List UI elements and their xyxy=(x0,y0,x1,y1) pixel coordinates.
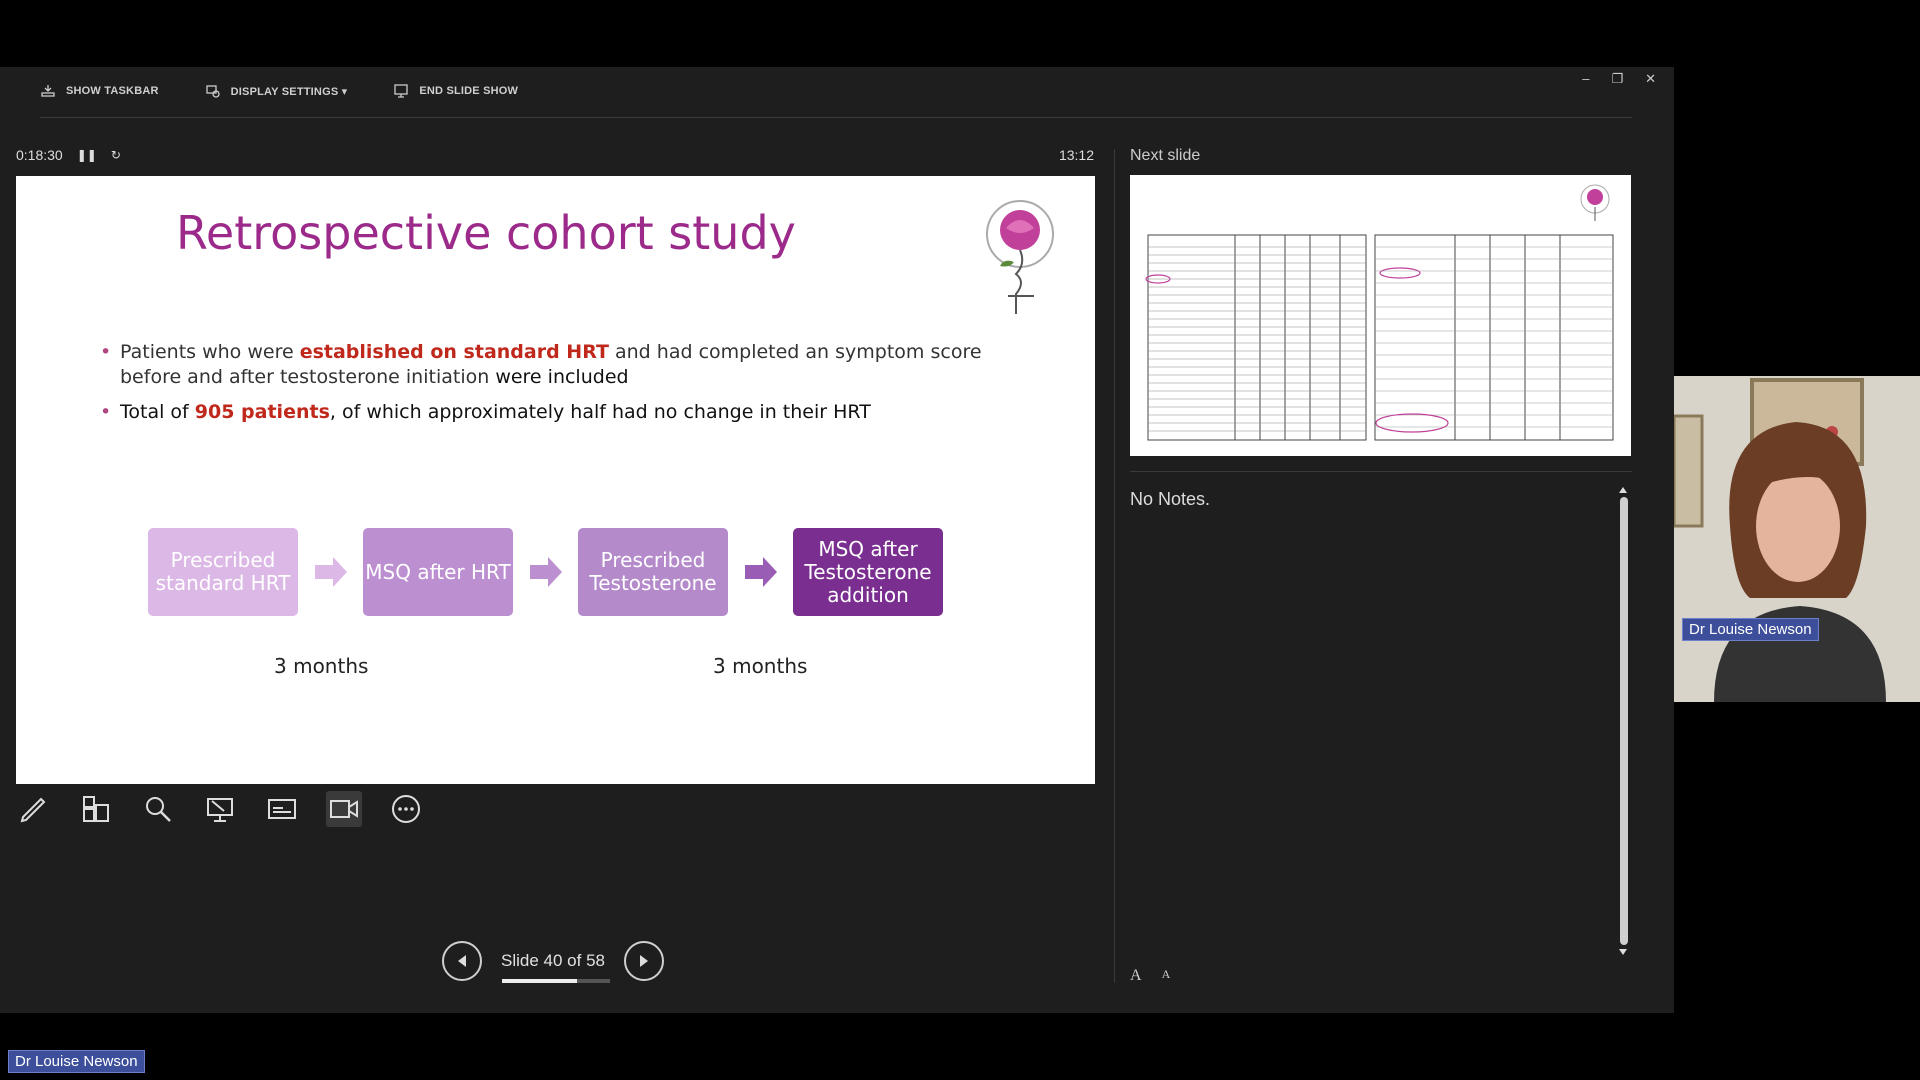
duration-label: 3 months xyxy=(713,654,808,678)
taskbar-icon xyxy=(41,85,55,97)
pane-divider xyxy=(1114,149,1115,983)
pause-icon[interactable]: ❚❚ xyxy=(77,148,97,162)
end-slide-show-button[interactable]: END SLIDE SHOW xyxy=(393,83,518,99)
bullet-highlight: established on standard HRT xyxy=(299,341,609,363)
participant-name-tag: Dr Louise Newson xyxy=(8,1050,145,1073)
display-settings-button[interactable]: DISPLAY SETTINGS ▾ xyxy=(205,83,348,99)
increase-font-button[interactable]: A xyxy=(1130,967,1142,985)
next-slide-button[interactable] xyxy=(624,941,664,981)
slide-navigation: Slide 40 of 58 xyxy=(442,941,664,983)
rose-logo-icon xyxy=(986,200,1054,314)
restore-button[interactable]: ❐ xyxy=(1611,71,1623,87)
end-show-icon xyxy=(394,84,409,98)
display-settings-label: DISPLAY SETTINGS ▾ xyxy=(230,85,348,98)
arrow-right-icon xyxy=(513,528,578,616)
process-flow: Prescribed standard HRT MSQ after HRT Pr… xyxy=(148,528,943,616)
previous-slide-button[interactable] xyxy=(442,941,482,981)
participant-video: Dr Louise Newson xyxy=(1674,376,1920,702)
slide-counter-label: Slide 40 of 58 xyxy=(501,951,605,970)
show-taskbar-label: SHOW TASKBAR xyxy=(66,85,159,97)
slide-progress-bar xyxy=(502,979,610,983)
bullet-text: Total of xyxy=(120,401,195,423)
next-slide-thumbnail xyxy=(1145,184,1614,441)
show-taskbar-button[interactable]: SHOW TASKBAR xyxy=(40,83,159,99)
flow-step-msq-after-hrt: MSQ after HRT xyxy=(363,528,513,616)
speaker-video-frame xyxy=(1674,376,1920,702)
close-button[interactable]: ✕ xyxy=(1645,71,1656,87)
toolbar-divider xyxy=(40,117,1632,118)
slide-title: Retrospective cohort study xyxy=(176,206,796,260)
elapsed-timer: 0:18:30 xyxy=(16,147,63,163)
duration-label: 3 months xyxy=(274,654,369,678)
bullet-text: Patients who were xyxy=(120,341,300,363)
presenter-view: SHOW TASKBAR DISPLAY SETTINGS ▾ END SLID… xyxy=(0,67,1674,1013)
more-icon[interactable] xyxy=(388,791,424,827)
presenter-toolbar: SHOW TASKBAR DISPLAY SETTINGS ▾ END SLID… xyxy=(40,79,518,103)
slide-progress-fill xyxy=(502,979,577,983)
decrease-font-button[interactable]: A xyxy=(1162,967,1171,985)
notes-divider xyxy=(1130,471,1632,472)
arrow-right-icon xyxy=(298,528,363,616)
triangle-left-icon xyxy=(458,955,466,967)
speaker-notes: No Notes. xyxy=(1130,489,1211,509)
bullet-text: were included xyxy=(495,366,629,388)
current-slide: Retrospective cohort study Patients who … xyxy=(16,176,1095,784)
timer-row: 0:18:30 ❚❚ ↻ 13:12 xyxy=(16,147,1094,163)
slide-counter: Slide 40 of 58 xyxy=(498,951,610,983)
slide-bullets: Patients who were established on standar… xyxy=(100,340,1000,435)
minimize-button[interactable]: – xyxy=(1582,71,1589,87)
video-name-tag: Dr Louise Newson xyxy=(1682,618,1819,641)
reset-icon[interactable]: ↻ xyxy=(111,148,121,162)
slide-tools xyxy=(16,791,424,827)
pen-icon[interactable] xyxy=(16,791,52,827)
flow-step-prescribed-hrt: Prescribed standard HRT xyxy=(148,528,298,616)
end-slide-show-label: END SLIDE SHOW xyxy=(419,85,519,97)
flow-step-msq-after-testosterone: MSQ after Testosterone addition xyxy=(793,528,943,616)
grid-icon[interactable] xyxy=(78,791,114,827)
camera-icon[interactable] xyxy=(326,791,362,827)
flow-step-prescribed-testosterone: Prescribed Testosterone xyxy=(578,528,728,616)
zoom-icon[interactable] xyxy=(140,791,176,827)
arrow-right-icon xyxy=(728,528,793,616)
bullet-item: Patients who were established on standar… xyxy=(100,340,1000,390)
bullet-text: , of which approximately half had no cha… xyxy=(329,401,871,423)
clock-time: 13:12 xyxy=(1058,147,1094,163)
font-size-controls: A A xyxy=(1130,967,1170,985)
scrollbar-thumb[interactable] xyxy=(1620,497,1628,945)
bullet-highlight: 905 patients xyxy=(194,401,330,423)
triangle-right-icon xyxy=(640,955,648,967)
window-controls: – ❐ ✕ xyxy=(1582,71,1656,87)
notes-scrollbar[interactable] xyxy=(1618,487,1628,955)
subtitles-icon[interactable] xyxy=(264,791,300,827)
next-slide-label: Next slide xyxy=(1130,147,1201,164)
next-slide-preview[interactable] xyxy=(1130,175,1631,456)
laser-pointer-icon[interactable] xyxy=(202,791,238,827)
display-settings-icon xyxy=(205,85,220,98)
bullet-item: Total of 905 patients, of which approxim… xyxy=(100,400,1000,425)
